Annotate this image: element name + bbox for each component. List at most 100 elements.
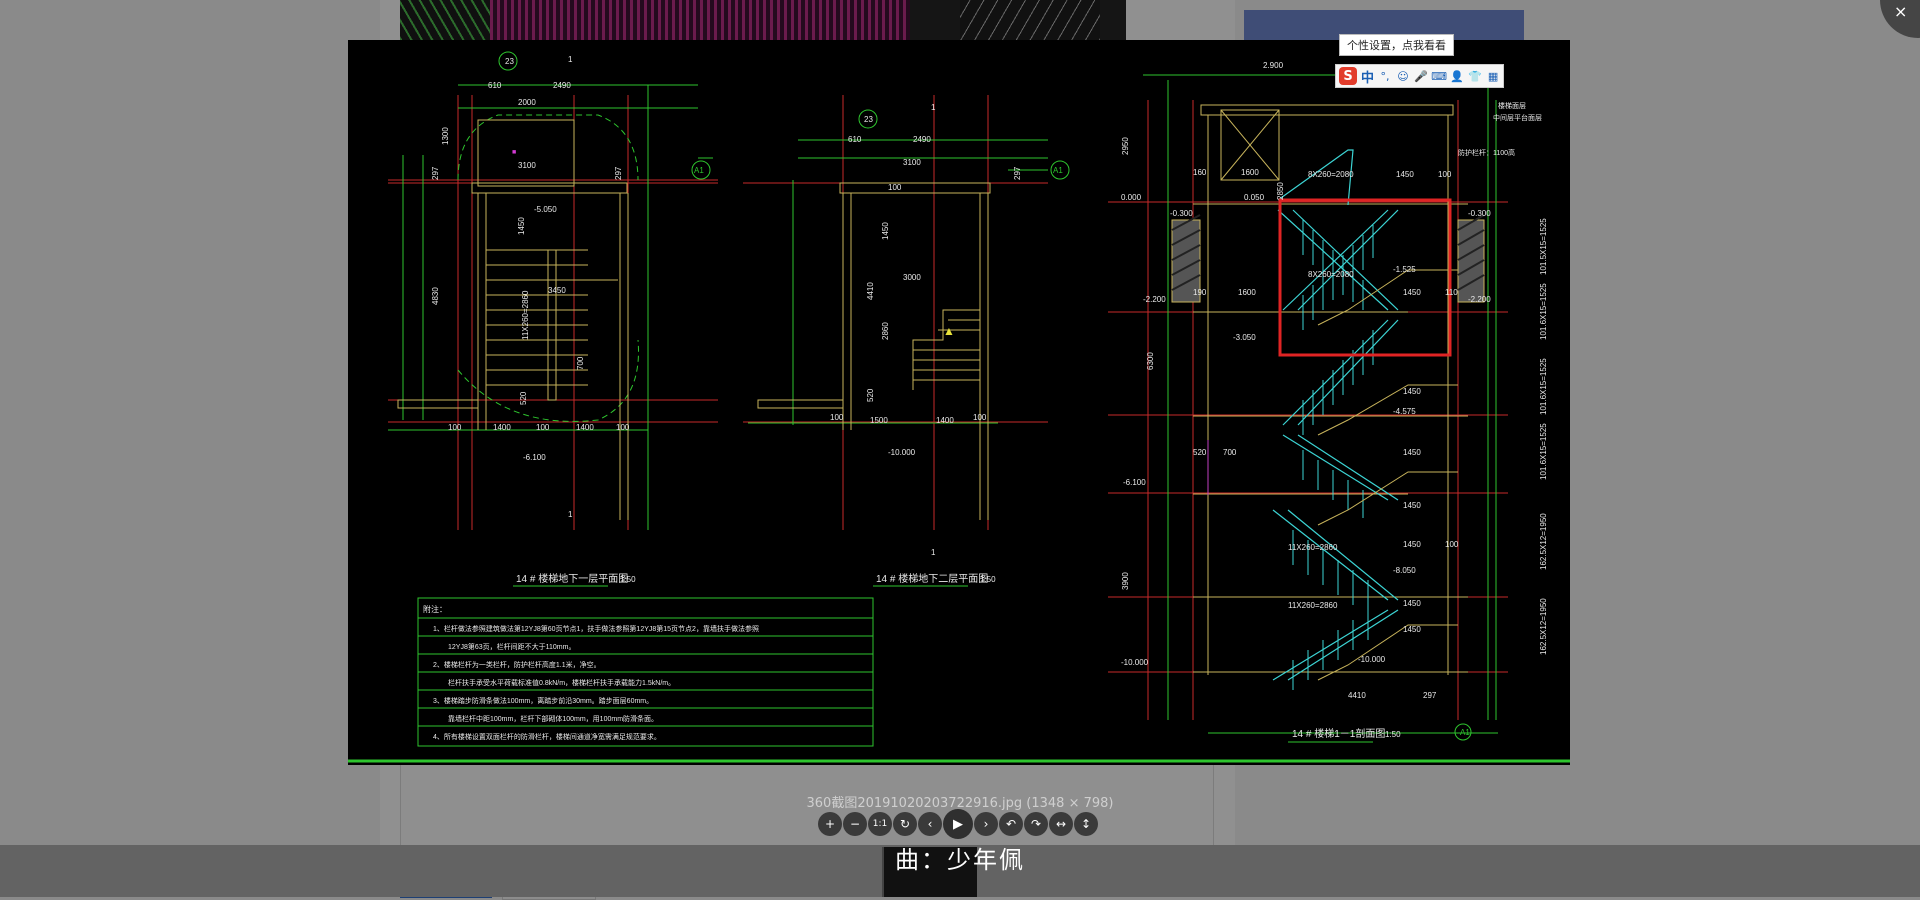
svg-text:1: 1: [568, 55, 573, 64]
skin-icon[interactable]: 👕: [1468, 69, 1482, 83]
flip-vertical-button[interactable]: ↕: [1074, 812, 1098, 836]
svg-text:297: 297: [1013, 166, 1022, 180]
svg-text:297: 297: [614, 166, 623, 180]
svg-text:14 # 楼梯地下一层平面图: 14 # 楼梯地下一层平面图: [516, 572, 628, 585]
svg-text:14 # 楼梯地下二层平面图: 14 # 楼梯地下二层平面图: [876, 572, 988, 585]
svg-text:162.5X12=1950: 162.5X12=1950: [1539, 598, 1548, 655]
svg-text:101.6X15=1525: 101.6X15=1525: [1539, 283, 1548, 340]
svg-text:11X260=2860: 11X260=2860: [1288, 601, 1338, 610]
svg-text:1400: 1400: [576, 423, 594, 432]
svg-text:11X260=2860: 11X260=2860: [521, 290, 530, 340]
svg-text:100: 100: [448, 423, 462, 432]
play-button[interactable]: ▶: [943, 809, 973, 839]
svg-text:-8.050: -8.050: [1393, 566, 1416, 575]
microphone-icon[interactable]: 🎤: [1414, 69, 1428, 83]
svg-text:100: 100: [973, 413, 987, 422]
svg-text:4、所有楼梯设置双面栏杆的防滑栏杆，楼梯间通道净宽需满足规范: 4、所有楼梯设置双面栏杆的防滑栏杆，楼梯间通道净宽需满足规范要求。: [433, 732, 661, 741]
svg-text:-2.200: -2.200: [1143, 295, 1166, 304]
svg-text:700: 700: [576, 356, 585, 370]
svg-text:12YJ8第63页，栏杆间距不大于110mm。: 12YJ8第63页，栏杆间距不大于110mm。: [448, 642, 575, 651]
svg-text:100: 100: [1438, 170, 1452, 179]
svg-text:8X260=2080: 8X260=2080: [1308, 270, 1354, 279]
svg-text:1300: 1300: [441, 127, 450, 145]
svg-text:-0.300: -0.300: [1170, 209, 1193, 218]
ime-mode-toggle[interactable]: 中: [1361, 67, 1374, 86]
svg-text:2950: 2950: [1121, 137, 1130, 155]
svg-text:4410: 4410: [1348, 691, 1366, 700]
toolbox-icon[interactable]: ▦: [1486, 69, 1500, 83]
user-icon[interactable]: 👤: [1450, 69, 1464, 83]
svg-text:1: 1: [931, 103, 936, 112]
svg-text:101.6X15=1525: 101.6X15=1525: [1539, 423, 1548, 480]
keyboard-icon[interactable]: ⌨: [1431, 69, 1447, 83]
svg-text:1450: 1450: [517, 217, 526, 235]
svg-text:2850: 2850: [1276, 182, 1285, 200]
ime-toolbar[interactable]: S 中 °, ☺ 🎤 ⌨ 👤 👕 ▦: [1335, 64, 1505, 88]
svg-text:162.5X12=1950: 162.5X12=1950: [1539, 513, 1548, 570]
svg-text:1、栏杆做法参照建筑做法第12YJ8第60页节点1，扶手做法: 1、栏杆做法参照建筑做法第12YJ8第60页节点1，扶手做法参照第12YJ8第1…: [433, 624, 759, 633]
svg-text:靠墙栏杆中距100mm，栏杆下部砌体100mm，用100mm: 靠墙栏杆中距100mm，栏杆下部砌体100mm，用100mm防滑条面。: [448, 714, 658, 723]
close-icon: ×: [1894, 2, 1908, 21]
reset-button[interactable]: ↻: [893, 812, 917, 836]
next-button[interactable]: ›: [974, 812, 998, 836]
svg-text:■: ■: [512, 149, 516, 156]
svg-text:1450: 1450: [1403, 288, 1421, 297]
svg-text:610: 610: [848, 135, 862, 144]
svg-text:2860: 2860: [881, 322, 890, 340]
svg-text:297: 297: [1423, 691, 1437, 700]
svg-text:防护栏杆：1100高: 防护栏杆：1100高: [1458, 148, 1515, 157]
flip-horizontal-button[interactable]: ↔: [1049, 812, 1073, 836]
actual-size-button[interactable]: 1:1: [868, 812, 892, 836]
svg-text:2、楼梯栏杆为一类栏杆，防护栏杆高度1.1米，净空。: 2、楼梯栏杆为一类栏杆，防护栏杆高度1.1米，净空。: [433, 660, 601, 669]
svg-text:100: 100: [888, 183, 902, 192]
svg-text:3100: 3100: [518, 161, 536, 170]
svg-text:700: 700: [1223, 448, 1237, 457]
svg-text:-6.100: -6.100: [523, 453, 546, 462]
viewer-image[interactable]: 23 1 A1 1 610 2490 2000 3100 1300 297 29…: [348, 40, 1570, 765]
svg-text:8X260=2080: 8X260=2080: [1308, 170, 1354, 179]
svg-text:1450: 1450: [881, 222, 890, 240]
svg-text:14 # 楼梯1－1剖面图: 14 # 楼梯1－1剖面图: [1292, 727, 1385, 740]
svg-text:-2.200: -2.200: [1468, 295, 1491, 304]
punctuation-icon[interactable]: °,: [1378, 69, 1392, 83]
emoji-icon[interactable]: ☺: [1396, 69, 1410, 83]
background-thumbnail: [400, 0, 1126, 40]
viewer-toolbar: + − 1:1 ↻ ‹ ▶ › ↶ ↷ ↔ ↕: [818, 809, 1098, 839]
zoom-in-button[interactable]: +: [818, 812, 842, 836]
svg-text:2.900: 2.900: [1263, 61, 1284, 70]
close-button[interactable]: ×: [1880, 0, 1920, 38]
svg-text:520: 520: [519, 391, 528, 405]
svg-text:0.050: 0.050: [1244, 193, 1265, 202]
svg-text:2490: 2490: [553, 81, 571, 90]
svg-text:1500: 1500: [870, 416, 888, 425]
svg-text:-6.100: -6.100: [1123, 478, 1146, 487]
rotate-left-button[interactable]: ↶: [999, 812, 1023, 836]
svg-text:A1: A1: [694, 166, 704, 175]
ime-tip[interactable]: 个性设置，点我看看: [1339, 34, 1454, 56]
svg-text:190: 190: [1193, 288, 1207, 297]
svg-text:100: 100: [1445, 540, 1459, 549]
svg-text:1400: 1400: [936, 416, 954, 425]
svg-text:3900: 3900: [1121, 572, 1130, 590]
zoom-out-button[interactable]: −: [843, 812, 867, 836]
sogou-logo-icon[interactable]: S: [1339, 67, 1357, 85]
svg-text:-5.050: -5.050: [534, 205, 557, 214]
svg-text:1: 1: [568, 510, 573, 519]
svg-text:1450: 1450: [1403, 501, 1421, 510]
svg-text:101.6X15=1525: 101.6X15=1525: [1539, 358, 1548, 415]
svg-text:-4.575: -4.575: [1393, 407, 1416, 416]
svg-text:A1: A1: [1053, 166, 1063, 175]
rotate-right-button[interactable]: ↷: [1024, 812, 1048, 836]
svg-text:3000: 3000: [903, 273, 921, 282]
svg-text:3100: 3100: [903, 158, 921, 167]
svg-text:100: 100: [536, 423, 550, 432]
svg-text:1450: 1450: [1403, 540, 1421, 549]
svg-text:520: 520: [1193, 448, 1207, 457]
previous-button[interactable]: ‹: [918, 812, 942, 836]
svg-text:100: 100: [616, 423, 630, 432]
svg-text:3、楼梯踏步防滑条做法100mm，离踏步前沿30mm。踏步面: 3、楼梯踏步防滑条做法100mm，离踏步前沿30mm。踏步面层60mm。: [433, 696, 653, 705]
svg-text:23: 23: [505, 57, 514, 66]
svg-text:100: 100: [830, 413, 844, 422]
svg-text:4830: 4830: [431, 287, 440, 305]
svg-text:3450: 3450: [548, 286, 566, 295]
